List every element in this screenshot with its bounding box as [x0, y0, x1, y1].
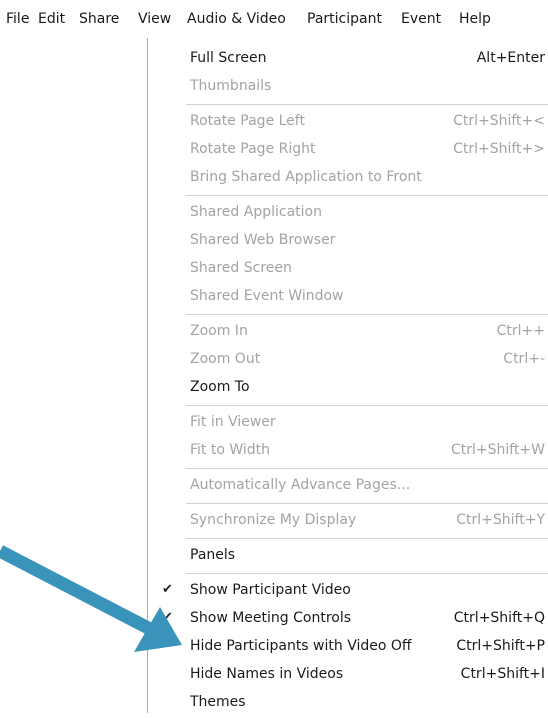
menu-item-shortcut: Ctrl+Shift+P — [456, 638, 545, 654]
menu-item-label: Synchronize My Display — [190, 512, 357, 528]
menu-item-label: Fit to Width — [190, 442, 271, 458]
menu-separator — [186, 468, 548, 469]
menu-item-label: Thumbnails — [190, 78, 272, 94]
menu-bar: File Edit Share View Audio & Video Parti… — [0, 0, 548, 40]
menu-item-show-participant-video[interactable]: ✔ Show Participant Video — [148, 578, 548, 606]
menu-item-zoom-out[interactable]: Zoom Out Ctrl+- — [148, 347, 548, 375]
menu-item-thumbnails[interactable]: Thumbnails — [148, 74, 548, 102]
menu-item-label: Shared Screen — [190, 260, 292, 276]
menu-item-shortcut: Ctrl+- — [503, 351, 545, 367]
menu-separator — [186, 573, 548, 574]
menu-item-shared-application[interactable]: Shared Application — [148, 200, 548, 228]
menu-separator — [186, 104, 548, 105]
menu-audio-video[interactable]: Audio & Video — [187, 11, 286, 27]
menu-item-shared-screen[interactable]: Shared Screen — [148, 256, 548, 284]
menu-item-label: Automatically Advance Pages... — [190, 477, 411, 493]
menu-item-shortcut: Ctrl+Shift+Y — [456, 512, 545, 528]
menu-event[interactable]: Event — [401, 11, 441, 27]
menu-item-shortcut: Ctrl+Shift+> — [453, 141, 545, 157]
menu-item-label: Themes — [190, 694, 246, 710]
menu-item-label: Shared Web Browser — [190, 232, 336, 248]
menu-item-label: Fit in Viewer — [190, 414, 276, 430]
menu-help[interactable]: Help — [459, 11, 491, 27]
menu-item-full-screen[interactable]: Full Screen Alt+Enter — [148, 46, 548, 74]
menu-item-show-meeting-controls[interactable]: ✔ Show Meeting Controls Ctrl+Shift+Q — [148, 606, 548, 634]
menu-item-shortcut: Ctrl+Shift+W — [450, 442, 545, 458]
menu-item-label: Show Meeting Controls — [190, 610, 352, 626]
menu-item-shortcut: Ctrl+Shift+I — [460, 666, 545, 682]
menu-item-label: Rotate Page Right — [190, 141, 316, 157]
menu-item-shortcut: Ctrl+Shift+< — [453, 113, 545, 129]
menu-item-shared-event-window[interactable]: Shared Event Window — [148, 284, 548, 312]
menu-item-zoom-in[interactable]: Zoom In Ctrl++ — [148, 319, 548, 347]
view-menu-dropdown: Full Screen Alt+Enter Thumbnails Rotate … — [147, 38, 548, 713]
menu-item-label: Hide Participants with Video Off — [190, 638, 412, 654]
menu-share[interactable]: Share — [79, 11, 119, 27]
menu-item-bring-shared-app-front[interactable]: Bring Shared Application to Front — [148, 165, 548, 193]
menu-item-rotate-right[interactable]: Rotate Page Right Ctrl+Shift+> — [148, 137, 548, 165]
menu-item-label: Hide Names in Videos — [190, 666, 344, 682]
menu-separator — [186, 405, 548, 406]
menu-item-themes[interactable]: Themes — [148, 690, 548, 718]
menu-separator — [186, 503, 548, 504]
menu-item-shared-web-browser[interactable]: Shared Web Browser — [148, 228, 548, 256]
menu-item-synchronize-display[interactable]: Synchronize My Display Ctrl+Shift+Y — [148, 508, 548, 536]
menu-view[interactable]: View — [138, 11, 171, 27]
menu-item-label: Full Screen — [190, 50, 267, 66]
menu-item-shortcut: Ctrl++ — [496, 323, 545, 339]
menu-item-shortcut: Alt+Enter — [476, 50, 545, 66]
menu-item-label: Shared Event Window — [190, 288, 344, 304]
menu-separator — [186, 314, 548, 315]
menu-item-label: Rotate Page Left — [190, 113, 305, 129]
menu-separator — [186, 538, 548, 539]
menu-item-panels[interactable]: Panels — [148, 543, 548, 571]
menu-item-label: Zoom To — [190, 379, 250, 395]
menu-item-fit-in-viewer[interactable]: Fit in Viewer — [148, 410, 548, 438]
menu-separator — [186, 195, 548, 196]
menu-item-auto-advance-pages[interactable]: Automatically Advance Pages... — [148, 473, 548, 501]
menu-item-hide-participants-video-off[interactable]: Hide Participants with Video Off Ctrl+Sh… — [148, 634, 548, 662]
menu-item-label: Bring Shared Application to Front — [190, 169, 422, 185]
menu-item-zoom-to[interactable]: Zoom To — [148, 375, 548, 403]
menu-item-label: Zoom Out — [190, 351, 261, 367]
menu-item-label: Show Participant Video — [190, 582, 351, 598]
menu-participant[interactable]: Participant — [307, 11, 382, 27]
checkmark-icon: ✔ — [162, 582, 173, 597]
checkmark-icon: ✔ — [162, 610, 173, 625]
menu-item-label: Shared Application — [190, 204, 322, 220]
menu-item-fit-to-width[interactable]: Fit to Width Ctrl+Shift+W — [148, 438, 548, 466]
menu-item-label: Zoom In — [190, 323, 248, 339]
menu-item-label: Panels — [190, 547, 236, 563]
menu-edit[interactable]: Edit — [38, 11, 65, 27]
menu-item-hide-names-in-videos[interactable]: Hide Names in Videos Ctrl+Shift+I — [148, 662, 548, 690]
menu-item-shortcut: Ctrl+Shift+Q — [453, 610, 545, 626]
menu-item-rotate-left[interactable]: Rotate Page Left Ctrl+Shift+< — [148, 109, 548, 137]
menu-file[interactable]: File — [6, 11, 29, 27]
